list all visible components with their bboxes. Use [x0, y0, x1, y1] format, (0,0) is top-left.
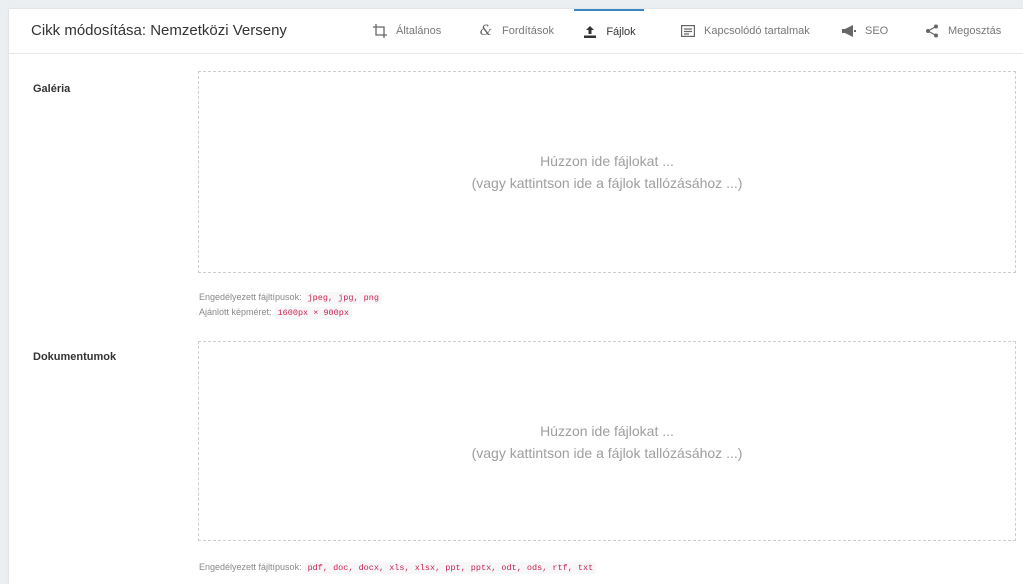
dropzone-text-line2: (vagy kattintson ide a fájlok tallózásáh…: [471, 445, 743, 461]
documents-allowed-types: Engedélyezett fájltípusok: pdf, doc, docx…: [199, 562, 597, 574]
tab-label: SEO: [865, 25, 889, 37]
allowed-types-label: Engedélyezett fájltípusok:: [199, 292, 302, 302]
tab-related-content[interactable]: Kapcsolódó tartalmak: [680, 9, 810, 53]
ampersand-icon: &: [479, 23, 493, 39]
megaphone-icon: [841, 23, 857, 39]
tab-label: Megosztás: [948, 25, 1002, 37]
share-icon: [924, 23, 940, 39]
tab-translations[interactable]: & Fordítások: [478, 9, 554, 53]
dropzone-text-line1: Húzzon ide fájlokat ...: [540, 423, 674, 439]
crop-icon: [372, 23, 388, 39]
edit-article-panel: Cikk módosítása: Nemzetközi Verseny Álta…: [9, 9, 1023, 584]
dropzone-text-line1: Húzzon ide fájlokat ...: [540, 153, 674, 169]
gallery-recommended-size: Ajánlott képméret: 1600px × 900px: [199, 307, 352, 319]
tab-label: Általános: [396, 25, 442, 37]
dropzone-text-line2: (vagy kattintson ide a fájlok tallózásáh…: [471, 175, 743, 191]
panel-header: Cikk módosítása: Nemzetközi Verseny Álta…: [9, 9, 1023, 54]
gallery-dropzone[interactable]: Húzzon ide fájlokat ... (vagy kattintson…: [198, 71, 1016, 273]
upload-icon: [582, 24, 598, 40]
documents-dropzone[interactable]: Húzzon ide fájlokat ... (vagy kattintson…: [198, 341, 1016, 541]
recommended-size-label: Ajánlott képméret:: [199, 307, 272, 317]
allowed-types-value: pdf, doc, docx, xls, xlsx, ppt, pptx, od…: [304, 562, 597, 574]
tab-label: Fordítások: [502, 25, 554, 37]
tab-files[interactable]: Fájlok: [574, 9, 644, 53]
documents-label: Dokumentumok: [33, 351, 117, 363]
gallery-label: Galéria: [33, 83, 71, 95]
tab-general[interactable]: Általános: [372, 9, 441, 53]
tab-seo[interactable]: SEO: [841, 9, 888, 53]
tab-label: Fájlok: [606, 26, 636, 38]
allowed-types-value: jpeg, jpg, png: [304, 292, 382, 304]
tab-label: Kapcsolódó tartalmak: [704, 25, 810, 37]
gallery-allowed-types: Engedélyezett fájltípusok: jpeg, jpg, png: [199, 292, 382, 304]
page-title: Cikk módosítása: Nemzetközi Verseny: [31, 22, 287, 39]
allowed-types-label: Engedélyezett fájltípusok:: [199, 562, 302, 572]
recommended-size-value: 1600px × 900px: [274, 307, 352, 319]
tab-share[interactable]: Megosztás: [924, 9, 1001, 53]
list-box-icon: [680, 23, 696, 39]
